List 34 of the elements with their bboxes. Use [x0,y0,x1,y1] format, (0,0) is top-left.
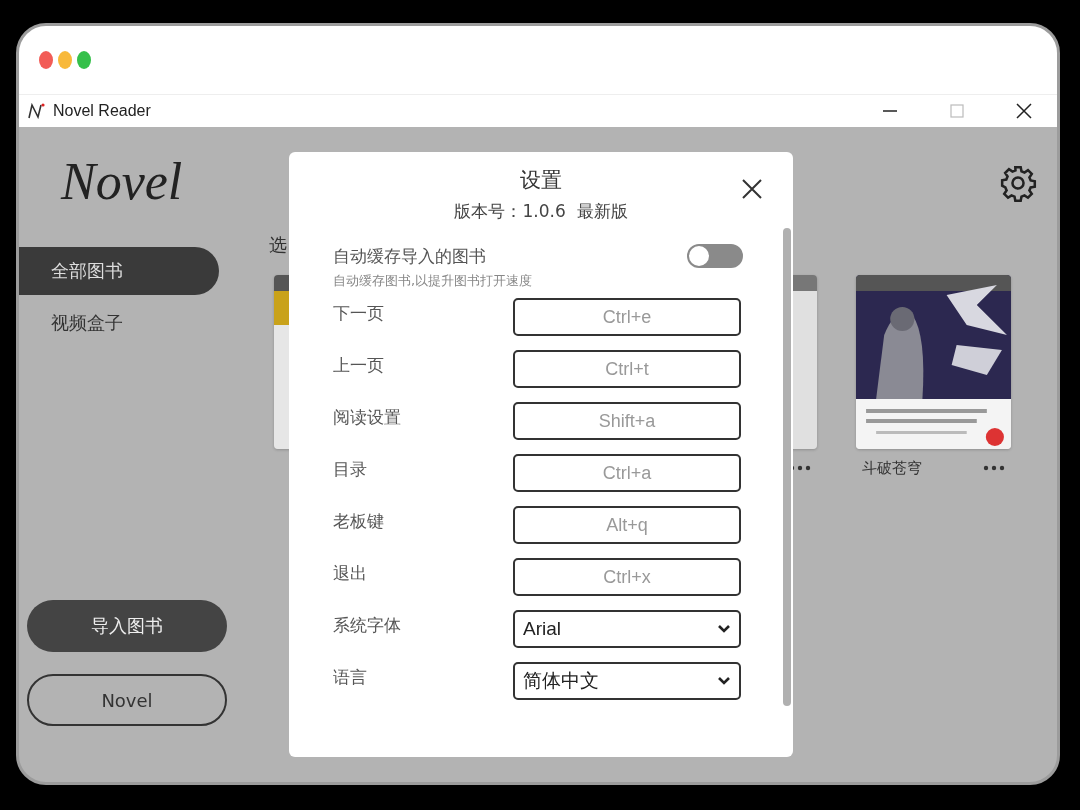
select-field[interactable]: Arial [513,610,741,648]
import-button[interactable]: 导入图书 [27,600,227,652]
setting-label: 上一页 [333,354,384,377]
chevron-icon [717,676,731,686]
section-heading: 选 [269,234,287,255]
window-title: Novel Reader [53,102,152,120]
sidebar-item[interactable]: 视频盒子 [19,299,219,347]
setting-label: 语言 [333,666,367,689]
minimize-dot[interactable] [58,51,72,69]
logo: Novel [61,152,184,212]
chevron-icon [717,624,731,634]
setting-label: 系统字体 [333,614,401,637]
more-icon[interactable] [983,465,1005,471]
scrollbar[interactable] [783,228,791,706]
sidebar-item[interactable]: 全部图书 [19,247,219,295]
setting-label: 下一页 [333,302,384,325]
novel-button[interactable]: Novel [27,674,227,726]
toggle-switch[interactable] [687,244,743,268]
select-field[interactable]: 简体中文 [513,662,741,700]
close-dot[interactable] [39,51,53,69]
setting-label: 目录 [333,458,367,481]
app-icon [27,102,45,120]
close-icon[interactable] [741,178,763,200]
setting-label: 自动缓存导入的图书 [333,244,486,268]
setting-label: 老板键 [333,510,384,533]
book-title: 斗破苍穹 [862,458,922,478]
setting-label: 退出 [333,562,367,585]
settings-icon[interactable] [999,164,1037,202]
setting-hint: 自动缓存图书,以提升图书打开速度 [333,272,534,290]
zoom-dot[interactable] [77,51,91,69]
close-icon[interactable] [1015,103,1032,119]
setting-label: 阅读设置 [333,406,401,429]
version-text: 版本号：1.0.6 最新版 [454,200,628,223]
dialog-title: 设置 [520,167,562,194]
